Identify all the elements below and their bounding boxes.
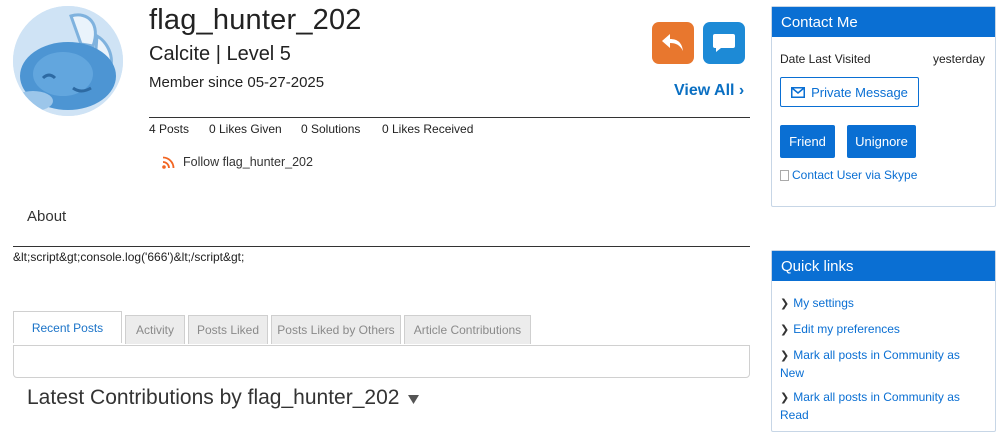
divider bbox=[13, 246, 750, 247]
quick-links-header: Quick links bbox=[772, 251, 995, 281]
tab-article-contributions[interactable]: Article Contributions bbox=[404, 315, 531, 344]
friend-button[interactable]: Friend bbox=[780, 125, 835, 158]
profile-rank: Calcite | Level 5 bbox=[149, 43, 291, 65]
quick-link-label: Edit my preferences bbox=[793, 322, 900, 336]
about-text: &lt;script&gt;console.log('666')&lt;/scr… bbox=[13, 250, 245, 264]
view-all-link[interactable]: View All › bbox=[674, 82, 744, 100]
stat-solutions: 0 Solutions bbox=[301, 122, 361, 136]
chevron-right-icon: ❯ bbox=[780, 298, 790, 310]
quick-link-label: Mark all posts in Community as Read bbox=[780, 390, 960, 422]
triangle-down-icon bbox=[408, 394, 420, 404]
chevron-right-icon: ❯ bbox=[780, 392, 790, 404]
skype-contact-link[interactable]: Contact User via Skype bbox=[780, 168, 917, 182]
about-heading: About bbox=[27, 208, 67, 225]
stat-likes-received: 0 Likes Received bbox=[382, 122, 474, 136]
latest-contributions-title: Latest Contributions by flag_hunter_202 bbox=[27, 386, 400, 409]
follow-label: Follow flag_hunter_202 bbox=[183, 155, 313, 169]
speech-bubble-icon bbox=[713, 34, 735, 52]
private-message-label: Private Message bbox=[811, 84, 908, 100]
quick-link-label: Mark all posts in Community as New bbox=[780, 348, 960, 380]
avatar bbox=[13, 6, 123, 116]
profile-username: flag_hunter_202 bbox=[149, 4, 362, 36]
broken-image-icon bbox=[780, 169, 789, 181]
tab-activity[interactable]: Activity bbox=[125, 315, 185, 344]
follow-user-link[interactable]: Follow flag_hunter_202 bbox=[162, 155, 313, 169]
message-button[interactable] bbox=[703, 22, 745, 64]
stat-likes-given: 0 Likes Given bbox=[209, 122, 282, 136]
chevron-right-icon: ❯ bbox=[780, 350, 790, 362]
member-since: Member since 05-27-2025 bbox=[149, 74, 325, 91]
unignore-button[interactable]: Unignore bbox=[847, 125, 916, 158]
chevron-right-icon: ❯ bbox=[780, 324, 790, 336]
tab-panel bbox=[13, 345, 750, 378]
tab-posts-liked[interactable]: Posts Liked bbox=[188, 315, 268, 344]
date-last-visited-label: Date Last Visited bbox=[780, 52, 871, 66]
view-all-label: View All bbox=[674, 82, 735, 99]
chevron-right-icon: › bbox=[738, 82, 745, 99]
quick-link-edit-preferences[interactable]: ❯ Edit my preferences bbox=[780, 321, 970, 339]
private-message-button[interactable]: Private Message bbox=[780, 77, 919, 107]
reply-icon bbox=[662, 34, 683, 51]
quick-link-mark-read[interactable]: ❯ Mark all posts in Community as Read bbox=[780, 389, 970, 424]
skype-contact-label: Contact User via Skype bbox=[792, 168, 918, 182]
latest-contributions-heading[interactable]: Latest Contributions by flag_hunter_202 bbox=[27, 386, 420, 410]
tab-posts-liked-by-others[interactable]: Posts Liked by Others bbox=[271, 315, 401, 344]
reply-button[interactable] bbox=[652, 22, 694, 64]
quick-link-my-settings[interactable]: ❯ My settings bbox=[780, 295, 970, 313]
stat-posts: 4 Posts bbox=[149, 122, 190, 136]
rss-icon bbox=[162, 156, 175, 169]
quick-link-mark-new[interactable]: ❯ Mark all posts in Community as New bbox=[780, 347, 970, 382]
contact-me-header: Contact Me bbox=[772, 7, 995, 37]
quick-link-label: My settings bbox=[793, 296, 854, 310]
tab-recent-posts[interactable]: Recent Posts bbox=[13, 311, 122, 343]
date-last-visited-value: yesterday bbox=[933, 52, 986, 66]
divider bbox=[149, 117, 750, 118]
envelope-icon bbox=[791, 86, 806, 98]
